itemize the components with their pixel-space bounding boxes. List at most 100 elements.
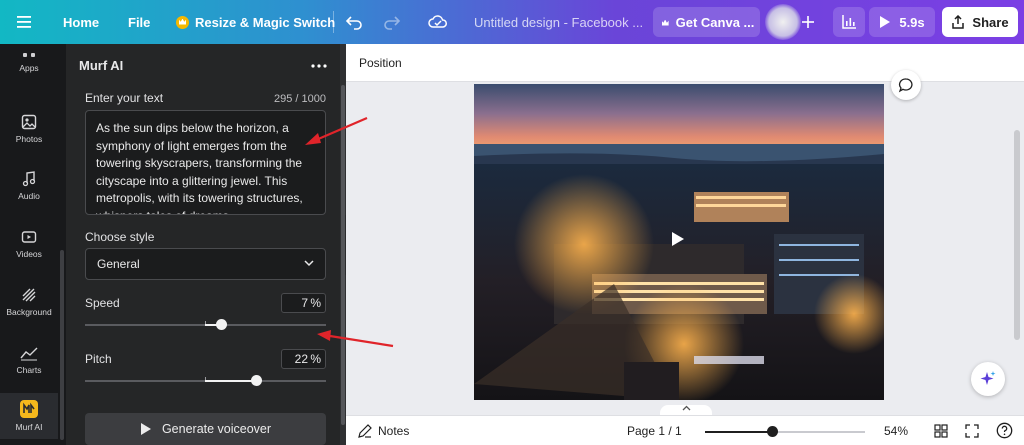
- generate-label: Generate voiceover: [161, 422, 272, 436]
- get-canva-label: Get Canva ...: [675, 14, 755, 30]
- more-options-button[interactable]: [311, 55, 327, 73]
- rail-scrollbar-thumb[interactable]: [60, 250, 64, 440]
- speed-label: Speed: [85, 296, 120, 310]
- speed-slider-handle[interactable]: [215, 319, 227, 330]
- rail-item-label: Apps: [19, 63, 39, 73]
- grid-view-icon: [934, 424, 948, 438]
- zoom-slider-handle[interactable]: [766, 426, 778, 437]
- fullscreen-button[interactable]: [965, 424, 979, 441]
- help-icon: [996, 422, 1013, 439]
- menu-icon: [17, 16, 31, 28]
- plus-icon: [802, 16, 814, 28]
- present-time: 5.9s: [899, 14, 925, 30]
- help-button[interactable]: [996, 422, 1013, 442]
- rail-item-videos[interactable]: Videos: [0, 229, 58, 259]
- rail-item-label: Background: [6, 307, 52, 317]
- rail-item-charts[interactable]: Charts: [0, 345, 58, 375]
- charts-icon: [20, 347, 38, 361]
- chevron-down-icon: [304, 260, 314, 267]
- comment-button[interactable]: [891, 70, 921, 100]
- fullscreen-icon: [965, 424, 979, 438]
- photos-icon: [21, 114, 37, 130]
- play-icon: [880, 16, 891, 28]
- design-title[interactable]: Untitled design - Facebook ...: [474, 0, 643, 44]
- speed-slider[interactable]: [85, 319, 326, 330]
- generate-voiceover-button[interactable]: Generate voiceover: [85, 413, 326, 445]
- analytics-button[interactable]: [833, 7, 865, 37]
- home-button[interactable]: Home: [63, 0, 99, 44]
- background-icon: [22, 288, 36, 302]
- text-label: Enter your text: [85, 91, 164, 105]
- undo-button[interactable]: [345, 0, 363, 44]
- rail-item-apps[interactable]: Apps: [0, 44, 58, 76]
- present-button[interactable]: 5.9s: [869, 7, 935, 37]
- rail-item-murf-ai[interactable]: Murf AI: [0, 393, 58, 439]
- murf-ai-icon: [20, 400, 38, 418]
- share-icon: [952, 15, 965, 29]
- zoom-value[interactable]: 54%: [884, 424, 908, 438]
- resize-magic-switch-button[interactable]: Resize & Magic Switch: [176, 0, 335, 44]
- sparkle-icon: [980, 371, 996, 385]
- chevron-up-icon: [682, 405, 690, 411]
- notes-button[interactable]: Notes: [358, 424, 409, 438]
- bottom-toolbar: Notes Page 1 / 1 54%: [346, 415, 1024, 445]
- pitch-slider-fill: [205, 380, 257, 382]
- cloud-sync-button[interactable]: [428, 0, 448, 44]
- panel-title: Murf AI: [79, 58, 124, 73]
- magic-assistant-button[interactable]: [971, 362, 1005, 396]
- rail-item-label: Charts: [16, 365, 42, 375]
- more-icon: [311, 64, 327, 68]
- rail-item-label: Videos: [16, 249, 42, 259]
- get-canva-pro-button[interactable]: Get Canva ...: [653, 7, 760, 37]
- speed-input[interactable]: 7 %: [281, 293, 326, 313]
- redo-icon: [384, 16, 401, 30]
- murf-ai-panel: Murf AI Enter your text 295 / 1000 As th…: [66, 44, 346, 445]
- apps-icon: [23, 53, 35, 57]
- rail-item-background[interactable]: Background: [0, 287, 58, 317]
- voiceover-text-input[interactable]: As the sun dips below the horizon, a sym…: [85, 110, 326, 215]
- crown-icon: [659, 17, 670, 28]
- rail-item-label: Audio: [18, 191, 40, 201]
- share-label: Share: [972, 14, 1009, 30]
- pitch-input[interactable]: 22 %: [281, 349, 326, 369]
- pitch-value: 22: [294, 352, 308, 366]
- speed-value: 7: [301, 296, 308, 310]
- rail-item-photos[interactable]: Photos: [0, 114, 58, 144]
- style-label: Choose style: [85, 230, 155, 244]
- context-toolbar: Position: [346, 44, 1024, 82]
- speed-unit: %: [310, 296, 321, 310]
- top-toolbar: Home File Resize & Magic Switch Untitled…: [0, 0, 1024, 44]
- resize-label: Resize & Magic Switch: [195, 14, 336, 30]
- divider: [333, 11, 334, 33]
- grid-view-button[interactable]: [934, 424, 948, 441]
- menu-button[interactable]: [16, 0, 32, 44]
- cloud-sync-icon: [428, 15, 447, 28]
- pitch-label: Pitch: [85, 352, 112, 366]
- redo-button[interactable]: [383, 0, 401, 44]
- rail-item-audio[interactable]: Audio: [0, 171, 58, 201]
- file-menu[interactable]: File: [128, 0, 150, 44]
- pitch-slider-handle[interactable]: [250, 375, 262, 386]
- undo-icon: [345, 16, 362, 30]
- analytics-icon: [842, 15, 856, 29]
- share-button[interactable]: Share: [942, 7, 1018, 37]
- page-indicator[interactable]: Page 1 / 1: [627, 424, 682, 438]
- notes-label: Notes: [378, 424, 410, 438]
- add-collaborator-button[interactable]: [801, 0, 815, 44]
- style-select[interactable]: General: [85, 248, 326, 280]
- video-play-icon[interactable]: [671, 231, 685, 247]
- notes-icon: [358, 424, 372, 438]
- audio-icon: [22, 171, 36, 187]
- avatar[interactable]: [765, 4, 801, 40]
- pitch-unit: %: [310, 352, 321, 366]
- zoom-slider-fill: [705, 431, 773, 433]
- crown-icon: [176, 15, 189, 29]
- comment-icon: [898, 78, 913, 93]
- style-value: General: [97, 257, 140, 271]
- position-button[interactable]: Position: [359, 56, 402, 70]
- pitch-slider[interactable]: [85, 375, 326, 386]
- rail-item-label: Murf AI: [15, 422, 43, 432]
- char-counter: 295 / 1000: [274, 93, 326, 105]
- canvas-scrollbar[interactable]: [1014, 130, 1020, 340]
- play-icon: [140, 423, 151, 435]
